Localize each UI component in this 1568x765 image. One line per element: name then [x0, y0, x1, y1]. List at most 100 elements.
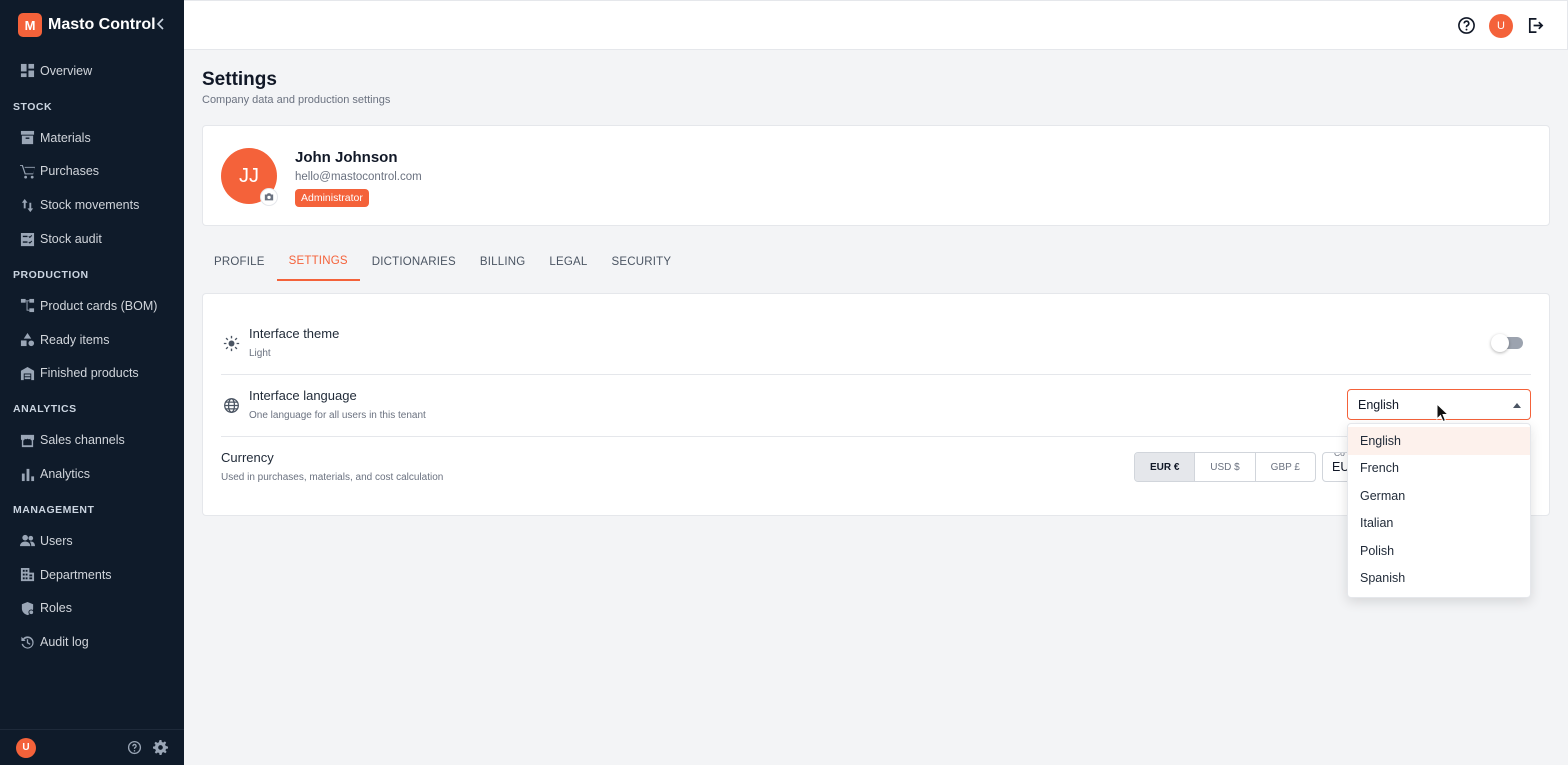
dashboard-icon	[19, 63, 35, 79]
sidebar-item-label: Roles	[40, 601, 72, 616]
currency-option-gbp[interactable]: GBP £	[1256, 453, 1315, 481]
language-option-spanish[interactable]: Spanish	[1348, 565, 1530, 593]
sidebar-section-analytics: ANALYTICS	[13, 403, 77, 416]
sidebar-item-label: Stock audit	[40, 232, 102, 247]
theme-toggle[interactable]	[1491, 334, 1523, 352]
language-description: One language for all users in this tenan…	[249, 410, 426, 421]
history-icon	[19, 634, 35, 650]
sidebar-item-departments[interactable]: Departments	[0, 558, 184, 592]
sidebar-item-label: Finished products	[40, 366, 139, 381]
currency-code-label: Co	[1333, 453, 1346, 458]
sidebar-item-label: Overview	[40, 63, 93, 78]
help-circle-icon[interactable]	[126, 740, 142, 756]
tab-security[interactable]: SECURITY	[600, 243, 684, 281]
sidebar-item-purchases[interactable]: Purchases	[0, 155, 184, 189]
shapes-icon	[19, 332, 35, 348]
logout-icon[interactable]	[1524, 14, 1546, 36]
sidebar-item-audit-log[interactable]: Audit log	[0, 625, 184, 659]
sidebar-item-label: Stock movements	[40, 198, 140, 213]
divider	[221, 374, 1531, 375]
currency-selector: EUR € USD $ GBP £	[1134, 452, 1316, 482]
sidebar-item-stock-audit[interactable]: Stock audit	[0, 222, 184, 256]
tab-dictionaries[interactable]: DICTIONARIES	[360, 243, 468, 281]
sidebar-item-ready-items[interactable]: Ready items	[0, 323, 184, 357]
language-title: Interface language	[249, 388, 357, 403]
sidebar-item-product-cards[interactable]: Product cards (BOM)	[0, 289, 184, 323]
sidebar-item-analytics[interactable]: Analytics	[0, 457, 184, 491]
sidebar-section-stock: STOCK	[13, 100, 53, 113]
checklist-icon	[19, 231, 35, 247]
arrows-updown-icon	[19, 197, 35, 213]
brand-logo: M	[18, 13, 42, 37]
camera-icon[interactable]	[260, 188, 278, 206]
sidebar: M Masto Control Overview STOCK Materials…	[0, 0, 184, 765]
currency-option-eur[interactable]: EUR €	[1135, 453, 1196, 481]
language-option-polish[interactable]: Polish	[1348, 537, 1530, 565]
page-title: Settings	[202, 69, 277, 90]
brand: M Masto Control	[0, 0, 184, 50]
building-icon	[19, 567, 35, 583]
user-email: hello@mastocontrol.com	[295, 171, 422, 183]
page-subtitle: Company data and production settings	[202, 94, 391, 106]
language-option-english[interactable]: English	[1348, 427, 1530, 455]
theme-title: Interface theme	[249, 326, 340, 341]
theme-value: Light	[249, 348, 271, 359]
sidebar-item-materials[interactable]: Materials	[0, 121, 184, 155]
store-icon	[19, 432, 35, 448]
sidebar-item-label: Materials	[40, 130, 91, 145]
sidebar-item-label: Sales channels	[40, 433, 125, 448]
sidebar-item-stock-movements[interactable]: Stock movements	[0, 188, 184, 222]
user-name: John Johnson	[295, 149, 398, 166]
sidebar-item-label: Audit log	[40, 635, 89, 650]
sidebar-item-finished-products[interactable]: Finished products	[0, 357, 184, 391]
sidebar-item-roles[interactable]: Roles	[0, 592, 184, 626]
sidebar-item-label: Product cards (BOM)	[40, 298, 158, 313]
tab-settings[interactable]: SETTINGS	[276, 243, 360, 281]
topbar: U	[184, 0, 1568, 50]
sidebar-item-sales-channels[interactable]: Sales channels	[0, 423, 184, 457]
language-option-french[interactable]: French	[1348, 455, 1530, 483]
tab-billing[interactable]: BILLING	[468, 243, 538, 281]
shield-icon	[19, 600, 35, 616]
chevron-left-icon[interactable]	[156, 17, 166, 33]
mouse-cursor-icon	[1436, 403, 1450, 423]
bar-chart-icon	[19, 466, 35, 482]
tree-icon	[19, 298, 35, 314]
tab-profile[interactable]: PROFILE	[202, 243, 277, 281]
settings-tabs: PROFILE SETTINGS DICTIONARIES BILLING LE…	[202, 243, 683, 281]
warehouse-icon	[19, 365, 35, 381]
sidebar-item-users[interactable]: Users	[0, 524, 184, 558]
avatar[interactable]: U	[1489, 14, 1513, 38]
tab-legal[interactable]: LEGAL	[537, 243, 599, 281]
currency-option-usd[interactable]: USD $	[1195, 453, 1256, 481]
sidebar-item-label: Analytics	[40, 467, 91, 482]
sun-icon	[221, 333, 241, 353]
role-badge: Administrator	[295, 189, 369, 207]
sidebar-section-production: PRODUCTION	[13, 268, 89, 281]
language-option-italian[interactable]: Italian	[1348, 510, 1530, 538]
avatar[interactable]: U	[16, 737, 36, 758]
sidebar-item-label: Departments	[40, 567, 112, 582]
sidebar-footer: U	[0, 729, 184, 765]
gear-icon[interactable]	[152, 740, 168, 756]
sidebar-item-label: Purchases	[40, 164, 100, 179]
caret-up-icon	[1513, 403, 1521, 408]
language-dropdown: English French German Italian Polish Spa…	[1347, 423, 1531, 598]
brand-name: Masto Control	[48, 16, 156, 33]
currency-title: Currency	[221, 450, 274, 465]
cart-icon	[19, 163, 35, 179]
sidebar-item-label: Ready items	[40, 332, 110, 347]
users-icon	[19, 533, 35, 549]
language-select-value: English	[1358, 398, 1399, 412]
sidebar-item-label: Users	[40, 533, 73, 548]
profile-card: JJ John Johnson hello@mastocontrol.com A…	[202, 125, 1550, 226]
currency-description: Used in purchases, materials, and cost c…	[221, 472, 444, 483]
archive-icon	[19, 130, 35, 146]
globe-icon	[221, 395, 241, 415]
divider	[221, 436, 1531, 437]
sidebar-item-overview[interactable]: Overview	[0, 54, 184, 88]
toggle-knob	[1491, 334, 1509, 352]
language-option-german[interactable]: German	[1348, 482, 1530, 510]
help-circle-icon[interactable]	[1455, 14, 1477, 36]
sidebar-section-management: MANAGEMENT	[13, 503, 95, 516]
